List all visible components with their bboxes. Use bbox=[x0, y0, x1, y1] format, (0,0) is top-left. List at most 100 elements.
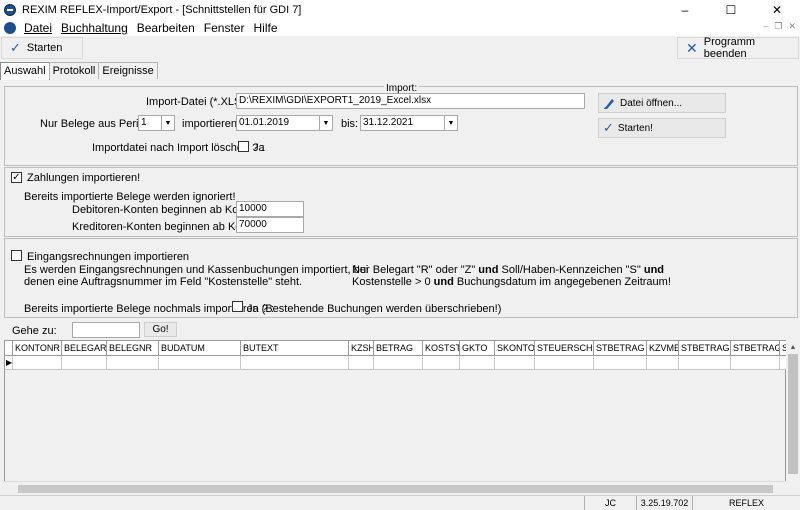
menu-hilfe[interactable]: Hilfe bbox=[248, 21, 281, 35]
goto-input[interactable] bbox=[72, 322, 140, 338]
invoices-desc-line2: denen eine Auftragsnummer im Feld "Koste… bbox=[24, 276, 303, 288]
delete-import-checkbox[interactable] bbox=[238, 141, 249, 152]
row-indicator-icon: ▶ bbox=[5, 356, 13, 370]
table-cell[interactable] bbox=[460, 356, 495, 370]
menu-fenster-label: Fenster bbox=[203, 21, 245, 35]
maximize-button[interactable]: ☐ bbox=[708, 0, 754, 20]
tab-auswahl[interactable]: Auswahl bbox=[0, 62, 50, 80]
menu-hilfe-label: Hilfe bbox=[253, 21, 278, 35]
menu-fenster[interactable]: Fenster bbox=[199, 21, 249, 35]
start-button[interactable]: ✓ Starten bbox=[1, 37, 83, 59]
exit-program-label: Programm beenden bbox=[703, 36, 756, 60]
column-header[interactable]: BUDATUM bbox=[159, 341, 241, 356]
column-header[interactable]: STBETRAG2 bbox=[731, 341, 780, 356]
importieren-label: importieren : bbox=[182, 118, 244, 130]
menu-bearbeiten-label: Bearbeiten bbox=[136, 21, 195, 35]
table-cell[interactable] bbox=[107, 356, 159, 370]
to-date-picker[interactable]: 31.12.2021 ▼ bbox=[360, 115, 458, 131]
scrollbar-thumb[interactable] bbox=[788, 354, 798, 474]
column-header[interactable]: KOSTST bbox=[423, 341, 460, 356]
column-header[interactable]: GKTO bbox=[460, 341, 495, 356]
column-header[interactable]: KZSH bbox=[349, 341, 374, 356]
table-cell[interactable] bbox=[731, 356, 780, 370]
reimport-checkbox[interactable] bbox=[232, 301, 243, 312]
criteria-und-3: und bbox=[433, 276, 454, 288]
payments-checkbox[interactable]: ✓ bbox=[11, 172, 22, 183]
table-cell[interactable] bbox=[495, 356, 535, 370]
table-cell[interactable] bbox=[594, 356, 647, 370]
column-header[interactable]: BELEGNR bbox=[107, 341, 159, 356]
checkmark-icon: ✓ bbox=[603, 120, 614, 135]
from-date-value: 01.01.2019 bbox=[239, 117, 290, 128]
close-button[interactable]: ✕ bbox=[754, 0, 800, 20]
debitor-input[interactable]: 10000 bbox=[236, 201, 304, 217]
tab-protokoll[interactable]: Protokoll bbox=[48, 62, 100, 79]
import-file-input[interactable]: D:\REXIM\GDI\EXPORT1_2019_Excel.xlsx bbox=[236, 93, 585, 109]
table-cell[interactable] bbox=[423, 356, 460, 370]
goto-button[interactable]: Go! bbox=[144, 322, 177, 337]
grid-corner bbox=[5, 341, 13, 356]
start-import-button[interactable]: ✓ Starten! bbox=[598, 118, 726, 138]
grid-header: KONTONR BELEGART BELEGNR BUDATUM BUTEXT … bbox=[5, 341, 789, 356]
table-cell[interactable] bbox=[13, 356, 62, 370]
pencil-icon bbox=[604, 98, 614, 109]
start-button-label: Starten bbox=[26, 42, 63, 54]
column-header[interactable]: SKONTO bbox=[495, 341, 535, 356]
open-file-label: Datei öffnen... bbox=[620, 97, 683, 109]
payments-label: Zahlungen importieren! bbox=[27, 172, 141, 184]
reimport-ja-label: Ja (Bestehende Buchungen werden überschr… bbox=[247, 303, 502, 315]
invoices-checkbox[interactable] bbox=[11, 250, 22, 261]
table-cell[interactable] bbox=[349, 356, 374, 370]
scroll-up-icon[interactable]: ▲ bbox=[786, 340, 800, 354]
toolbar: ✓ Starten ✕ Programm beenden bbox=[0, 36, 800, 60]
scrollbar-thumb[interactable] bbox=[18, 485, 773, 493]
debitor-label: Debitoren-Konten beginnen ab Konto: bbox=[72, 204, 257, 216]
criteria-und-1: und bbox=[478, 264, 499, 276]
tab-ereignisse[interactable]: Ereignisse bbox=[98, 62, 158, 79]
table-row[interactable]: ▶ bbox=[5, 356, 789, 370]
menu-buchhaltung[interactable]: Buchhaltung bbox=[56, 21, 132, 35]
invoices-desc-line1: Es werden Eingangsrechnungen und Kassenb… bbox=[24, 264, 369, 276]
period-select[interactable]: 1 ▼ bbox=[138, 115, 175, 131]
from-date-picker[interactable]: 01.01.2019 ▼ bbox=[236, 115, 333, 131]
column-header[interactable]: BETRAG bbox=[374, 341, 423, 356]
vertical-scrollbar[interactable]: ▲ bbox=[786, 340, 800, 490]
column-header[interactable]: STEUERSCHL bbox=[535, 341, 594, 356]
menu-datei[interactable]: Datei bbox=[19, 21, 56, 35]
chevron-down-icon[interactable]: ▼ bbox=[319, 116, 332, 130]
menu-bearbeiten[interactable]: Bearbeiten bbox=[132, 21, 199, 35]
horizontal-scrollbar[interactable] bbox=[4, 481, 786, 495]
app-icon[interactable] bbox=[4, 3, 16, 16]
status-user: JC bbox=[584, 496, 636, 510]
column-header[interactable]: BUTEXT bbox=[241, 341, 349, 356]
table-cell[interactable] bbox=[62, 356, 107, 370]
exit-program-button[interactable]: ✕ Programm beenden bbox=[677, 36, 799, 60]
mdi-close-button[interactable]: ✕ bbox=[788, 21, 796, 32]
minimize-button[interactable]: – bbox=[662, 0, 708, 20]
kreditor-input[interactable]: 70000 bbox=[236, 217, 304, 233]
status-bar: JC 3.25.19.702 REFLEX bbox=[0, 495, 800, 510]
table-cell[interactable] bbox=[647, 356, 679, 370]
column-header[interactable]: STBETRAG1 bbox=[679, 341, 731, 356]
table-cell[interactable] bbox=[159, 356, 241, 370]
table-cell[interactable] bbox=[374, 356, 423, 370]
mdi-restore-button[interactable]: ❐ bbox=[774, 21, 782, 32]
column-header[interactable]: KZVME bbox=[647, 341, 679, 356]
menu-bar: Datei Buchhaltung Bearbeiten Fenster Hil… bbox=[0, 20, 800, 36]
table-cell[interactable] bbox=[535, 356, 594, 370]
start-import-label: Starten! bbox=[617, 122, 653, 134]
criteria-text-1c: Soll/Haben-Kennzeichen "S" bbox=[498, 264, 644, 276]
column-header[interactable]: BELEGART bbox=[62, 341, 107, 356]
data-grid[interactable]: KONTONR BELEGART BELEGNR BUDATUM BUTEXT … bbox=[4, 340, 789, 490]
chevron-down-icon[interactable]: ▼ bbox=[444, 116, 457, 130]
column-header[interactable]: STBETRAG bbox=[594, 341, 647, 356]
invoices-criteria-line1: Nur Belegart "R" oder "Z" und Soll/Haben… bbox=[352, 264, 664, 276]
table-cell[interactable] bbox=[241, 356, 349, 370]
menu-buchhaltung-label: Buchhaltung bbox=[61, 21, 128, 35]
open-file-button[interactable]: Datei öffnen... bbox=[598, 93, 726, 113]
table-cell[interactable] bbox=[679, 356, 731, 370]
mdi-app-icon[interactable] bbox=[4, 22, 16, 34]
mdi-minimize-button[interactable]: – bbox=[763, 21, 768, 32]
column-header[interactable]: KONTONR bbox=[13, 341, 62, 356]
chevron-down-icon[interactable]: ▼ bbox=[161, 116, 174, 130]
